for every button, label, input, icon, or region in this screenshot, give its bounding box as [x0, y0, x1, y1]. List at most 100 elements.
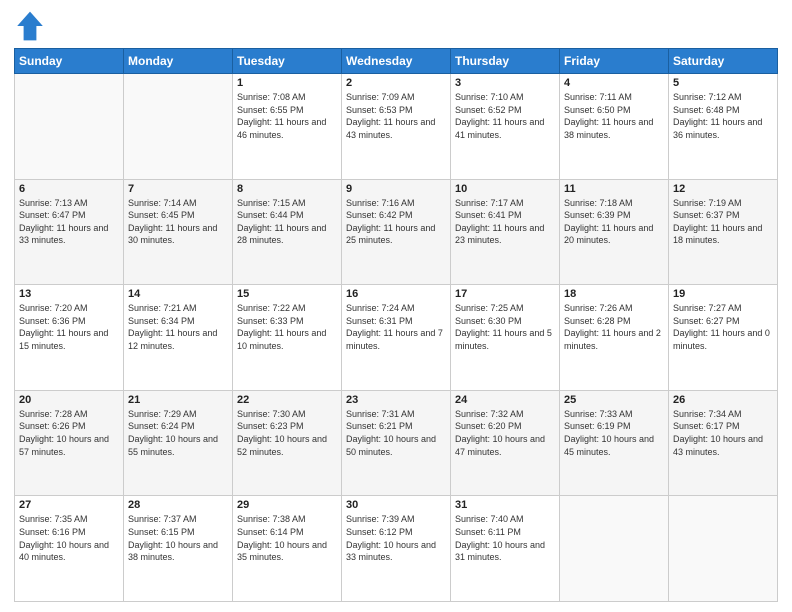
day-cell: 22 Sunrise: 7:30 AM Sunset: 6:23 PM Dayli… — [233, 390, 342, 496]
day-info: Sunrise: 7:31 AM Sunset: 6:21 PM Dayligh… — [346, 408, 446, 458]
header-cell-friday: Friday — [560, 49, 669, 74]
day-number: 14 — [128, 288, 228, 300]
day-cell: 5Sunrise: 7:12 AM Sunset: 6:48 PM Daylig… — [669, 74, 778, 180]
day-cell: 3 Sunrise: 7:10 AM Sunset: 6:52 PM Daylig… — [451, 74, 560, 180]
day-info: Sunrise: 7:11 AM Sunset: 6:50 PM Dayligh… — [564, 91, 664, 141]
day-number: 20 — [19, 394, 119, 406]
day-info: Sunrise: 7:28 AM Sunset: 6:26 PM Dayligh… — [19, 408, 119, 458]
day-number: 26 — [673, 394, 773, 406]
week-row-2: 6 Sunrise: 7:13 AM Sunset: 6:47 PM Daylig… — [15, 179, 778, 285]
day-number: 10 — [455, 183, 555, 195]
day-number: 9 — [346, 183, 446, 195]
day-cell: 31Sunrise: 7:40 AM Sunset: 6:11 PM Dayli… — [451, 496, 560, 602]
day-cell: 29 Sunrise: 7:38 AM Sunset: 6:14 PM Dayli… — [233, 496, 342, 602]
day-info: Sunrise: 7:33 AM Sunset: 6:19 PM Dayligh… — [564, 408, 664, 458]
day-number: 7 — [128, 183, 228, 195]
day-info: Sunrise: 7:10 AM Sunset: 6:52 PM Dayligh… — [455, 91, 555, 141]
day-number: 6 — [19, 183, 119, 195]
day-info: Sunrise: 7:29 AM Sunset: 6:24 PM Dayligh… — [128, 408, 228, 458]
day-info: Sunrise: 7:16 AM Sunset: 6:42 PM Dayligh… — [346, 197, 446, 247]
day-info: Sunrise: 7:27 AM Sunset: 6:27 PM Dayligh… — [673, 302, 773, 352]
day-cell: 20 Sunrise: 7:28 AM Sunset: 6:26 PM Dayli… — [15, 390, 124, 496]
day-cell: 10 Sunrise: 7:17 AM Sunset: 6:41 PM Dayli… — [451, 179, 560, 285]
day-cell: 27Sunrise: 7:35 AM Sunset: 6:16 PM Dayli… — [15, 496, 124, 602]
day-cell: 11 Sunrise: 7:18 AM Sunset: 6:39 PM Dayli… — [560, 179, 669, 285]
day-cell — [15, 74, 124, 180]
day-info: Sunrise: 7:12 AM Sunset: 6:48 PM Dayligh… — [673, 91, 773, 141]
day-number: 11 — [564, 183, 664, 195]
day-info: Sunrise: 7:18 AM Sunset: 6:39 PM Dayligh… — [564, 197, 664, 247]
header-cell-tuesday: Tuesday — [233, 49, 342, 74]
header-cell-saturday: Saturday — [669, 49, 778, 74]
day-cell — [124, 74, 233, 180]
day-number: 22 — [237, 394, 337, 406]
day-cell: 28 Sunrise: 7:37 AM Sunset: 6:15 PM Dayli… — [124, 496, 233, 602]
header-cell-sunday: Sunday — [15, 49, 124, 74]
day-info: Sunrise: 7:19 AM Sunset: 6:37 PM Dayligh… — [673, 197, 773, 247]
day-info: Sunrise: 7:38 AM Sunset: 6:14 PM Dayligh… — [237, 513, 337, 563]
day-number: 12 — [673, 183, 773, 195]
day-number: 18 — [564, 288, 664, 300]
header-cell-thursday: Thursday — [451, 49, 560, 74]
day-number: 29 — [237, 499, 337, 511]
day-number: 30 — [346, 499, 446, 511]
day-cell: 25Sunrise: 7:33 AM Sunset: 6:19 PM Dayli… — [560, 390, 669, 496]
day-number: 15 — [237, 288, 337, 300]
week-row-1: 1 Sunrise: 7:08 AM Sunset: 6:55 PM Daylig… — [15, 74, 778, 180]
day-cell: 16Sunrise: 7:24 AM Sunset: 6:31 PM Dayli… — [342, 285, 451, 391]
day-cell: 4 Sunrise: 7:11 AM Sunset: 6:50 PM Daylig… — [560, 74, 669, 180]
header-row: SundayMondayTuesdayWednesdayThursdayFrid… — [15, 49, 778, 74]
week-row-5: 27Sunrise: 7:35 AM Sunset: 6:16 PM Dayli… — [15, 496, 778, 602]
day-info: Sunrise: 7:08 AM Sunset: 6:55 PM Dayligh… — [237, 91, 337, 141]
day-cell: 24 Sunrise: 7:32 AM Sunset: 6:20 PM Dayli… — [451, 390, 560, 496]
day-info: Sunrise: 7:22 AM Sunset: 6:33 PM Dayligh… — [237, 302, 337, 352]
day-cell: 14 Sunrise: 7:21 AM Sunset: 6:34 PM Dayli… — [124, 285, 233, 391]
day-number: 24 — [455, 394, 555, 406]
day-cell: 1 Sunrise: 7:08 AM Sunset: 6:55 PM Daylig… — [233, 74, 342, 180]
day-info: Sunrise: 7:37 AM Sunset: 6:15 PM Dayligh… — [128, 513, 228, 563]
day-number: 17 — [455, 288, 555, 300]
day-info: Sunrise: 7:35 AM Sunset: 6:16 PM Dayligh… — [19, 513, 119, 563]
day-cell: 8Sunrise: 7:15 AM Sunset: 6:44 PM Daylig… — [233, 179, 342, 285]
calendar-table: SundayMondayTuesdayWednesdayThursdayFrid… — [14, 48, 778, 602]
day-cell: 17Sunrise: 7:25 AM Sunset: 6:30 PM Dayli… — [451, 285, 560, 391]
day-cell: 30 Sunrise: 7:39 AM Sunset: 6:12 PM Dayli… — [342, 496, 451, 602]
day-info: Sunrise: 7:17 AM Sunset: 6:41 PM Dayligh… — [455, 197, 555, 247]
day-cell: 13 Sunrise: 7:20 AM Sunset: 6:36 PM Dayli… — [15, 285, 124, 391]
day-number: 3 — [455, 77, 555, 89]
day-info: Sunrise: 7:21 AM Sunset: 6:34 PM Dayligh… — [128, 302, 228, 352]
day-info: Sunrise: 7:24 AM Sunset: 6:31 PM Dayligh… — [346, 302, 446, 352]
day-cell: 26Sunrise: 7:34 AM Sunset: 6:17 PM Dayli… — [669, 390, 778, 496]
day-info: Sunrise: 7:09 AM Sunset: 6:53 PM Dayligh… — [346, 91, 446, 141]
day-number: 28 — [128, 499, 228, 511]
day-cell: 9 Sunrise: 7:16 AM Sunset: 6:42 PM Daylig… — [342, 179, 451, 285]
day-cell: 2 Sunrise: 7:09 AM Sunset: 6:53 PM Daylig… — [342, 74, 451, 180]
day-info: Sunrise: 7:30 AM Sunset: 6:23 PM Dayligh… — [237, 408, 337, 458]
header-cell-wednesday: Wednesday — [342, 49, 451, 74]
week-row-4: 20 Sunrise: 7:28 AM Sunset: 6:26 PM Dayli… — [15, 390, 778, 496]
day-info: Sunrise: 7:32 AM Sunset: 6:20 PM Dayligh… — [455, 408, 555, 458]
day-cell: 12 Sunrise: 7:19 AM Sunset: 6:37 PM Dayli… — [669, 179, 778, 285]
day-number: 8 — [237, 183, 337, 195]
day-number: 1 — [237, 77, 337, 89]
day-number: 31 — [455, 499, 555, 511]
day-info: Sunrise: 7:20 AM Sunset: 6:36 PM Dayligh… — [19, 302, 119, 352]
day-cell: 15 Sunrise: 7:22 AM Sunset: 6:33 PM Dayli… — [233, 285, 342, 391]
day-number: 2 — [346, 77, 446, 89]
day-number: 13 — [19, 288, 119, 300]
calendar-header: SundayMondayTuesdayWednesdayThursdayFrid… — [15, 49, 778, 74]
day-number: 4 — [564, 77, 664, 89]
week-row-3: 13 Sunrise: 7:20 AM Sunset: 6:36 PM Dayli… — [15, 285, 778, 391]
day-cell — [669, 496, 778, 602]
day-number: 19 — [673, 288, 773, 300]
logo — [14, 10, 50, 42]
day-cell: 6 Sunrise: 7:13 AM Sunset: 6:47 PM Daylig… — [15, 179, 124, 285]
day-info: Sunrise: 7:13 AM Sunset: 6:47 PM Dayligh… — [19, 197, 119, 247]
day-cell: 7Sunrise: 7:14 AM Sunset: 6:45 PM Daylig… — [124, 179, 233, 285]
page: SundayMondayTuesdayWednesdayThursdayFrid… — [0, 0, 792, 612]
day-info: Sunrise: 7:39 AM Sunset: 6:12 PM Dayligh… — [346, 513, 446, 563]
day-cell: 21Sunrise: 7:29 AM Sunset: 6:24 PM Dayli… — [124, 390, 233, 496]
calendar-body: 1 Sunrise: 7:08 AM Sunset: 6:55 PM Daylig… — [15, 74, 778, 602]
header-cell-monday: Monday — [124, 49, 233, 74]
day-cell — [560, 496, 669, 602]
